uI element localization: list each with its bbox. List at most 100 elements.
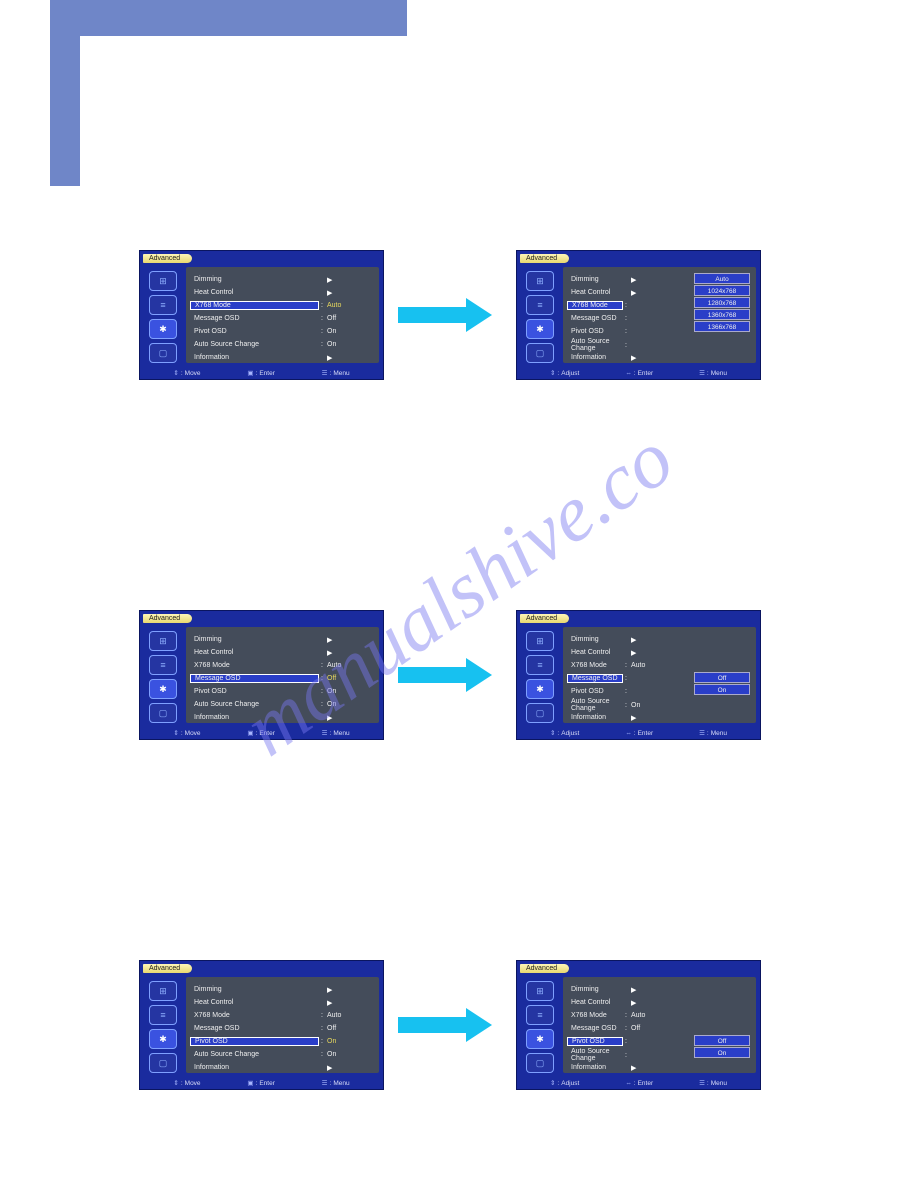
sidebar: ⊞ ≡ ✱ ▢ (144, 267, 182, 363)
globe-icon[interactable]: ✱ (526, 1029, 554, 1049)
tv-icon[interactable]: ▢ (149, 703, 177, 723)
sliders-icon[interactable]: ≡ (149, 1005, 177, 1025)
flow-arrow-icon (398, 1008, 496, 1042)
mi-x768[interactable]: X768 Mode:Auto (194, 299, 375, 312)
panel-tab: Advanced (143, 614, 192, 623)
mi-pivot[interactable]: Pivot OSD: (571, 1035, 679, 1048)
menu-icon: ☰ (699, 369, 705, 377)
leftright-icon: ⇔ (625, 370, 632, 377)
mi-dimming[interactable]: Dimming▶ (194, 273, 375, 286)
panel-msg-before: Advanced ⊞ ≡ ✱ ▢ Dimming▶ Heat Control▶ … (139, 610, 384, 740)
opt-off[interactable]: Off (694, 672, 750, 683)
opt-off[interactable]: Off (694, 1035, 750, 1046)
flow-arrow-icon (398, 298, 496, 332)
mi-heat[interactable]: Heat Control▶ (194, 286, 375, 299)
onoff-options: Off On (694, 672, 750, 696)
mi-autosrc[interactable]: Auto Source Change:On (194, 1048, 375, 1061)
globe-icon[interactable]: ✱ (149, 679, 177, 699)
settings-icon[interactable]: ⊞ (149, 271, 177, 291)
mi-autosrc[interactable]: Auto Source Change: (571, 338, 679, 351)
mi-autosrc[interactable]: Auto Source Change:On (571, 698, 679, 711)
mi-autosrc[interactable]: Auto Source Change:On (194, 698, 375, 711)
panel-x768-after: Advanced ⊞ ≡ ✱ ▢ Dimming▶ Heat Control▶ … (516, 250, 761, 380)
panel-x768-before: Advanced ⊞ ≡ ✱ ▢ Dimming▶ Heat Control▶ … (139, 250, 384, 380)
mi-dimming[interactable]: Dimming▶ (571, 983, 679, 996)
panel-msg-after: Advanced ⊞ ≡ ✱ ▢ Dimming▶ Heat Control▶ … (516, 610, 761, 740)
mi-msgosd[interactable]: Message OSD: (571, 312, 679, 325)
opt-on[interactable]: On (694, 1047, 750, 1058)
tv-icon[interactable]: ▢ (526, 1053, 554, 1073)
mi-dimming[interactable]: Dimming▶ (194, 633, 375, 646)
mi-msgosd[interactable]: Message OSD:Off (194, 1022, 375, 1035)
mi-autosrc[interactable]: Auto Source Change:On (194, 338, 375, 351)
sliders-icon[interactable]: ≡ (149, 655, 177, 675)
menu-icon: ☰ (322, 369, 328, 377)
mi-pivot[interactable]: Pivot OSD:On (194, 685, 375, 698)
mi-info[interactable]: Information▶ (194, 711, 375, 724)
settings-icon[interactable]: ⊞ (526, 981, 554, 1001)
panel-pivot-before: Advanced ⊞ ≡ ✱ ▢ Dimming▶ Heat Control▶ … (139, 960, 384, 1090)
mi-x768[interactable]: X768 Mode:Auto (194, 1009, 375, 1022)
opt-1280[interactable]: 1280x768 (694, 297, 750, 308)
mi-info[interactable]: Information▶ (571, 711, 679, 724)
mi-pivot[interactable]: Pivot OSD:On (194, 1035, 375, 1048)
mi-msgosd[interactable]: Message OSD:Off (194, 672, 375, 685)
mi-heat[interactable]: Heat Control▶ (194, 996, 375, 1009)
mi-pivot[interactable]: Pivot OSD: (571, 685, 679, 698)
tv-icon[interactable]: ▢ (526, 343, 554, 363)
mi-x768[interactable]: X768 Mode:Auto (571, 659, 679, 672)
mi-dimming[interactable]: Dimming▶ (571, 633, 679, 646)
onoff-options: Off On (694, 1035, 750, 1059)
sliders-icon[interactable]: ≡ (526, 1005, 554, 1025)
mi-info[interactable]: Information▶ (194, 1061, 375, 1074)
opt-1024[interactable]: 1024x768 (694, 285, 750, 296)
settings-icon[interactable]: ⊞ (526, 631, 554, 651)
mi-heat[interactable]: Heat Control▶ (571, 286, 679, 299)
settings-icon[interactable]: ⊞ (149, 981, 177, 1001)
opt-auto[interactable]: Auto (694, 273, 750, 284)
globe-icon[interactable]: ✱ (149, 319, 177, 339)
updown-icon: ⇕ (550, 369, 555, 377)
mi-heat[interactable]: Heat Control▶ (571, 996, 679, 1009)
panel-tab: Advanced (143, 254, 192, 263)
tv-icon[interactable]: ▢ (149, 1053, 177, 1073)
panel-tab: Advanced (520, 614, 569, 623)
mi-heat[interactable]: Heat Control▶ (571, 646, 679, 659)
mi-x768[interactable]: X768 Mode: (571, 299, 679, 312)
mi-info[interactable]: Information▶ (571, 351, 679, 364)
panel-pivot-after: Advanced ⊞ ≡ ✱ ▢ Dimming▶ Heat Control▶ … (516, 960, 761, 1090)
mi-msgosd[interactable]: Message OSD:Off (194, 312, 375, 325)
mi-info[interactable]: Information▶ (194, 351, 375, 364)
tv-icon[interactable]: ▢ (526, 703, 554, 723)
opt-1360[interactable]: 1360x768 (694, 309, 750, 320)
mi-x768[interactable]: X768 Mode:Auto (194, 659, 375, 672)
sliders-icon[interactable]: ≡ (526, 295, 554, 315)
mi-pivot[interactable]: Pivot OSD:On (194, 325, 375, 338)
mi-heat[interactable]: Heat Control▶ (194, 646, 375, 659)
globe-icon[interactable]: ✱ (149, 1029, 177, 1049)
mi-info[interactable]: Information▶ (571, 1061, 679, 1074)
footer: ⇕: Move ▣: Enter ☰: Menu (140, 369, 383, 377)
panel-tab: Advanced (520, 964, 569, 973)
tv-icon[interactable]: ▢ (149, 343, 177, 363)
globe-icon[interactable]: ✱ (526, 319, 554, 339)
x768-options: Auto 1024x768 1280x768 1360x768 1366x768 (694, 273, 750, 333)
mi-autosrc[interactable]: Auto Source Change: (571, 1048, 679, 1061)
globe-icon[interactable]: ✱ (526, 679, 554, 699)
mi-msgosd[interactable]: Message OSD: (571, 672, 679, 685)
mi-pivot[interactable]: Pivot OSD: (571, 325, 679, 338)
mi-x768[interactable]: X768 Mode:Auto (571, 1009, 679, 1022)
settings-icon[interactable]: ⊞ (149, 631, 177, 651)
opt-1366[interactable]: 1366x768 (694, 321, 750, 332)
sliders-icon[interactable]: ≡ (149, 295, 177, 315)
mi-dimming[interactable]: Dimming▶ (571, 273, 679, 286)
panel-tab: Advanced (520, 254, 569, 263)
sliders-icon[interactable]: ≡ (526, 655, 554, 675)
flow-arrow-icon (398, 658, 496, 692)
mi-msgosd[interactable]: Message OSD:Off (571, 1022, 679, 1035)
settings-icon[interactable]: ⊞ (526, 271, 554, 291)
menu-body: Dimming▶ Heat Control▶ X768 Mode:Auto Me… (186, 267, 379, 363)
mi-dimming[interactable]: Dimming▶ (194, 983, 375, 996)
enter-icon: ▣ (247, 369, 253, 377)
opt-on[interactable]: On (694, 684, 750, 695)
